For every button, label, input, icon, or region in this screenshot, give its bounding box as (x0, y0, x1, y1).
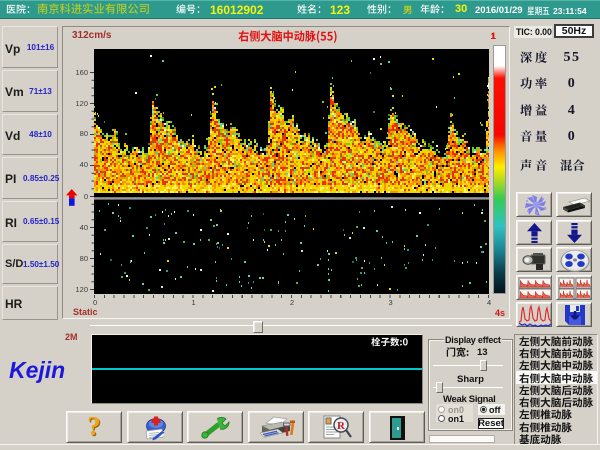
svg-text:R: R (337, 420, 346, 432)
